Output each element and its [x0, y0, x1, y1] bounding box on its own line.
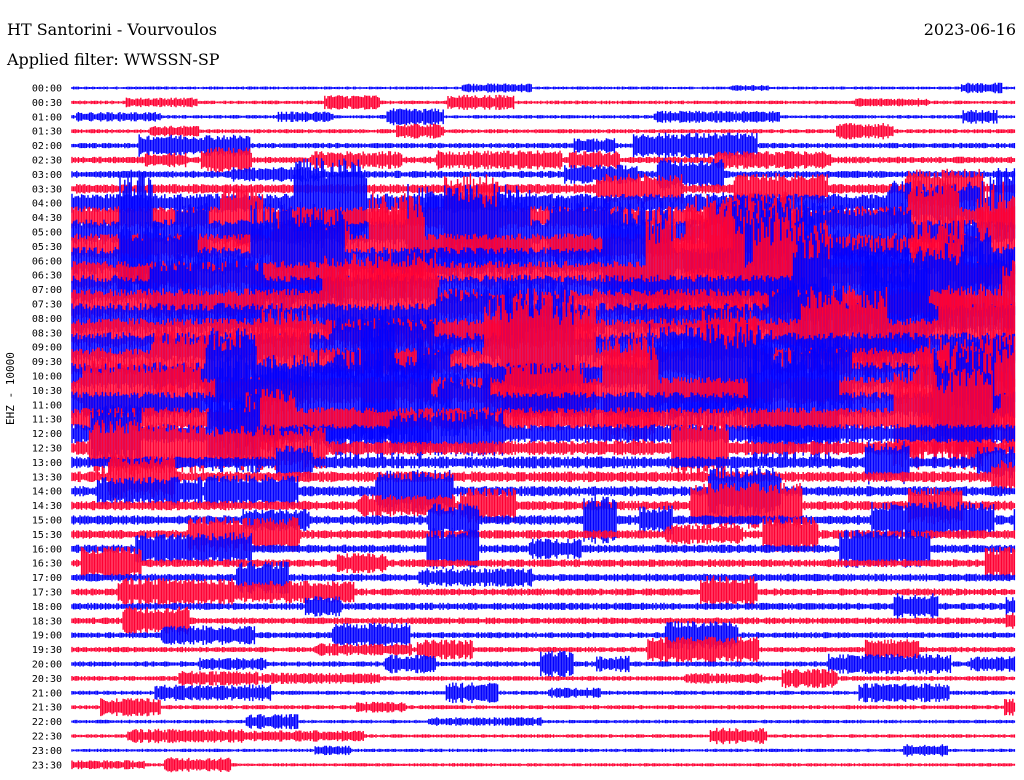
trace-group [71, 82, 1016, 773]
row-time-label: 07:00 [32, 285, 62, 296]
trace-line [71, 727, 1016, 745]
row-time-label: 17:00 [32, 573, 62, 584]
row-time-label: 21:00 [32, 688, 62, 699]
row-time-label: 04:00 [32, 199, 62, 210]
row-time-label: 14:30 [32, 501, 62, 512]
row-time-label: 03:00 [32, 170, 62, 181]
helicorder-plot: 00:00 00:30 01:00 01:30 02:00 02:30 03:00 03:30… [32, 82, 1016, 773]
row-time-label: 19:00 [32, 631, 62, 642]
trace-line [71, 757, 1016, 773]
row-time-label: 09:30 [32, 357, 62, 368]
trace-line [71, 744, 1016, 757]
trace-line [71, 82, 1016, 94]
row-time-label: 01:00 [32, 112, 62, 123]
row-time-label: 13:00 [32, 458, 62, 469]
row-time-label: 23:00 [32, 746, 62, 757]
row-time-label: 22:30 [32, 732, 62, 743]
row-time-label: 03:30 [32, 184, 62, 195]
row-time-label: 15:30 [32, 530, 62, 541]
row-time-label: 04:30 [32, 213, 62, 224]
row-time-label: 15:00 [32, 516, 62, 527]
row-time-label: 07:30 [32, 300, 62, 311]
row-time-label: 13:30 [32, 472, 62, 483]
row-time-label: 18:30 [32, 616, 62, 627]
trace-line [71, 682, 1016, 704]
trace-line [71, 714, 1016, 730]
row-time-label: 06:00 [32, 256, 62, 267]
row-time-label: 02:30 [32, 156, 62, 167]
row-time-label: 08:30 [32, 328, 62, 339]
row-time-label: 12:00 [32, 429, 62, 440]
tick-label-group: 00:00 00:30 01:00 01:30 02:00 02:30 03:00 03:30… [32, 84, 62, 772]
row-time-label: 00:30 [32, 98, 62, 109]
row-time-label: 12:30 [32, 444, 62, 455]
trace-line [71, 108, 1016, 126]
row-time-label: 05:00 [32, 228, 62, 239]
row-time-label: 20:30 [32, 674, 62, 685]
row-time-label: 06:30 [32, 271, 62, 282]
row-time-label: 00:00 [32, 84, 62, 95]
trace-line [71, 94, 1016, 110]
row-time-label: 10:00 [32, 372, 62, 383]
row-time-label: 22:00 [32, 717, 62, 728]
row-time-label: 21:30 [32, 703, 62, 714]
row-time-label: 19:30 [32, 645, 62, 656]
row-time-label: 05:30 [32, 242, 62, 253]
row-time-label: 16:00 [32, 544, 62, 555]
row-time-label: 11:00 [32, 400, 62, 411]
row-time-label: 20:00 [32, 660, 62, 671]
row-time-label: 23:30 [32, 760, 62, 771]
row-time-label: 01:30 [32, 127, 62, 138]
trace-line [71, 698, 1016, 717]
row-time-label: 14:00 [32, 487, 62, 498]
row-time-label: 10:30 [32, 386, 62, 397]
row-time-label: 11:30 [32, 415, 62, 426]
row-time-label: 16:30 [32, 559, 62, 570]
row-time-label: 18:00 [32, 602, 62, 613]
row-time-label: 09:00 [32, 343, 62, 354]
row-time-label: 17:30 [32, 588, 62, 599]
trace-line [71, 575, 1016, 609]
row-time-label: 02:00 [32, 141, 62, 152]
trace-line [71, 123, 1016, 140]
row-time-label: 08:00 [32, 314, 62, 325]
